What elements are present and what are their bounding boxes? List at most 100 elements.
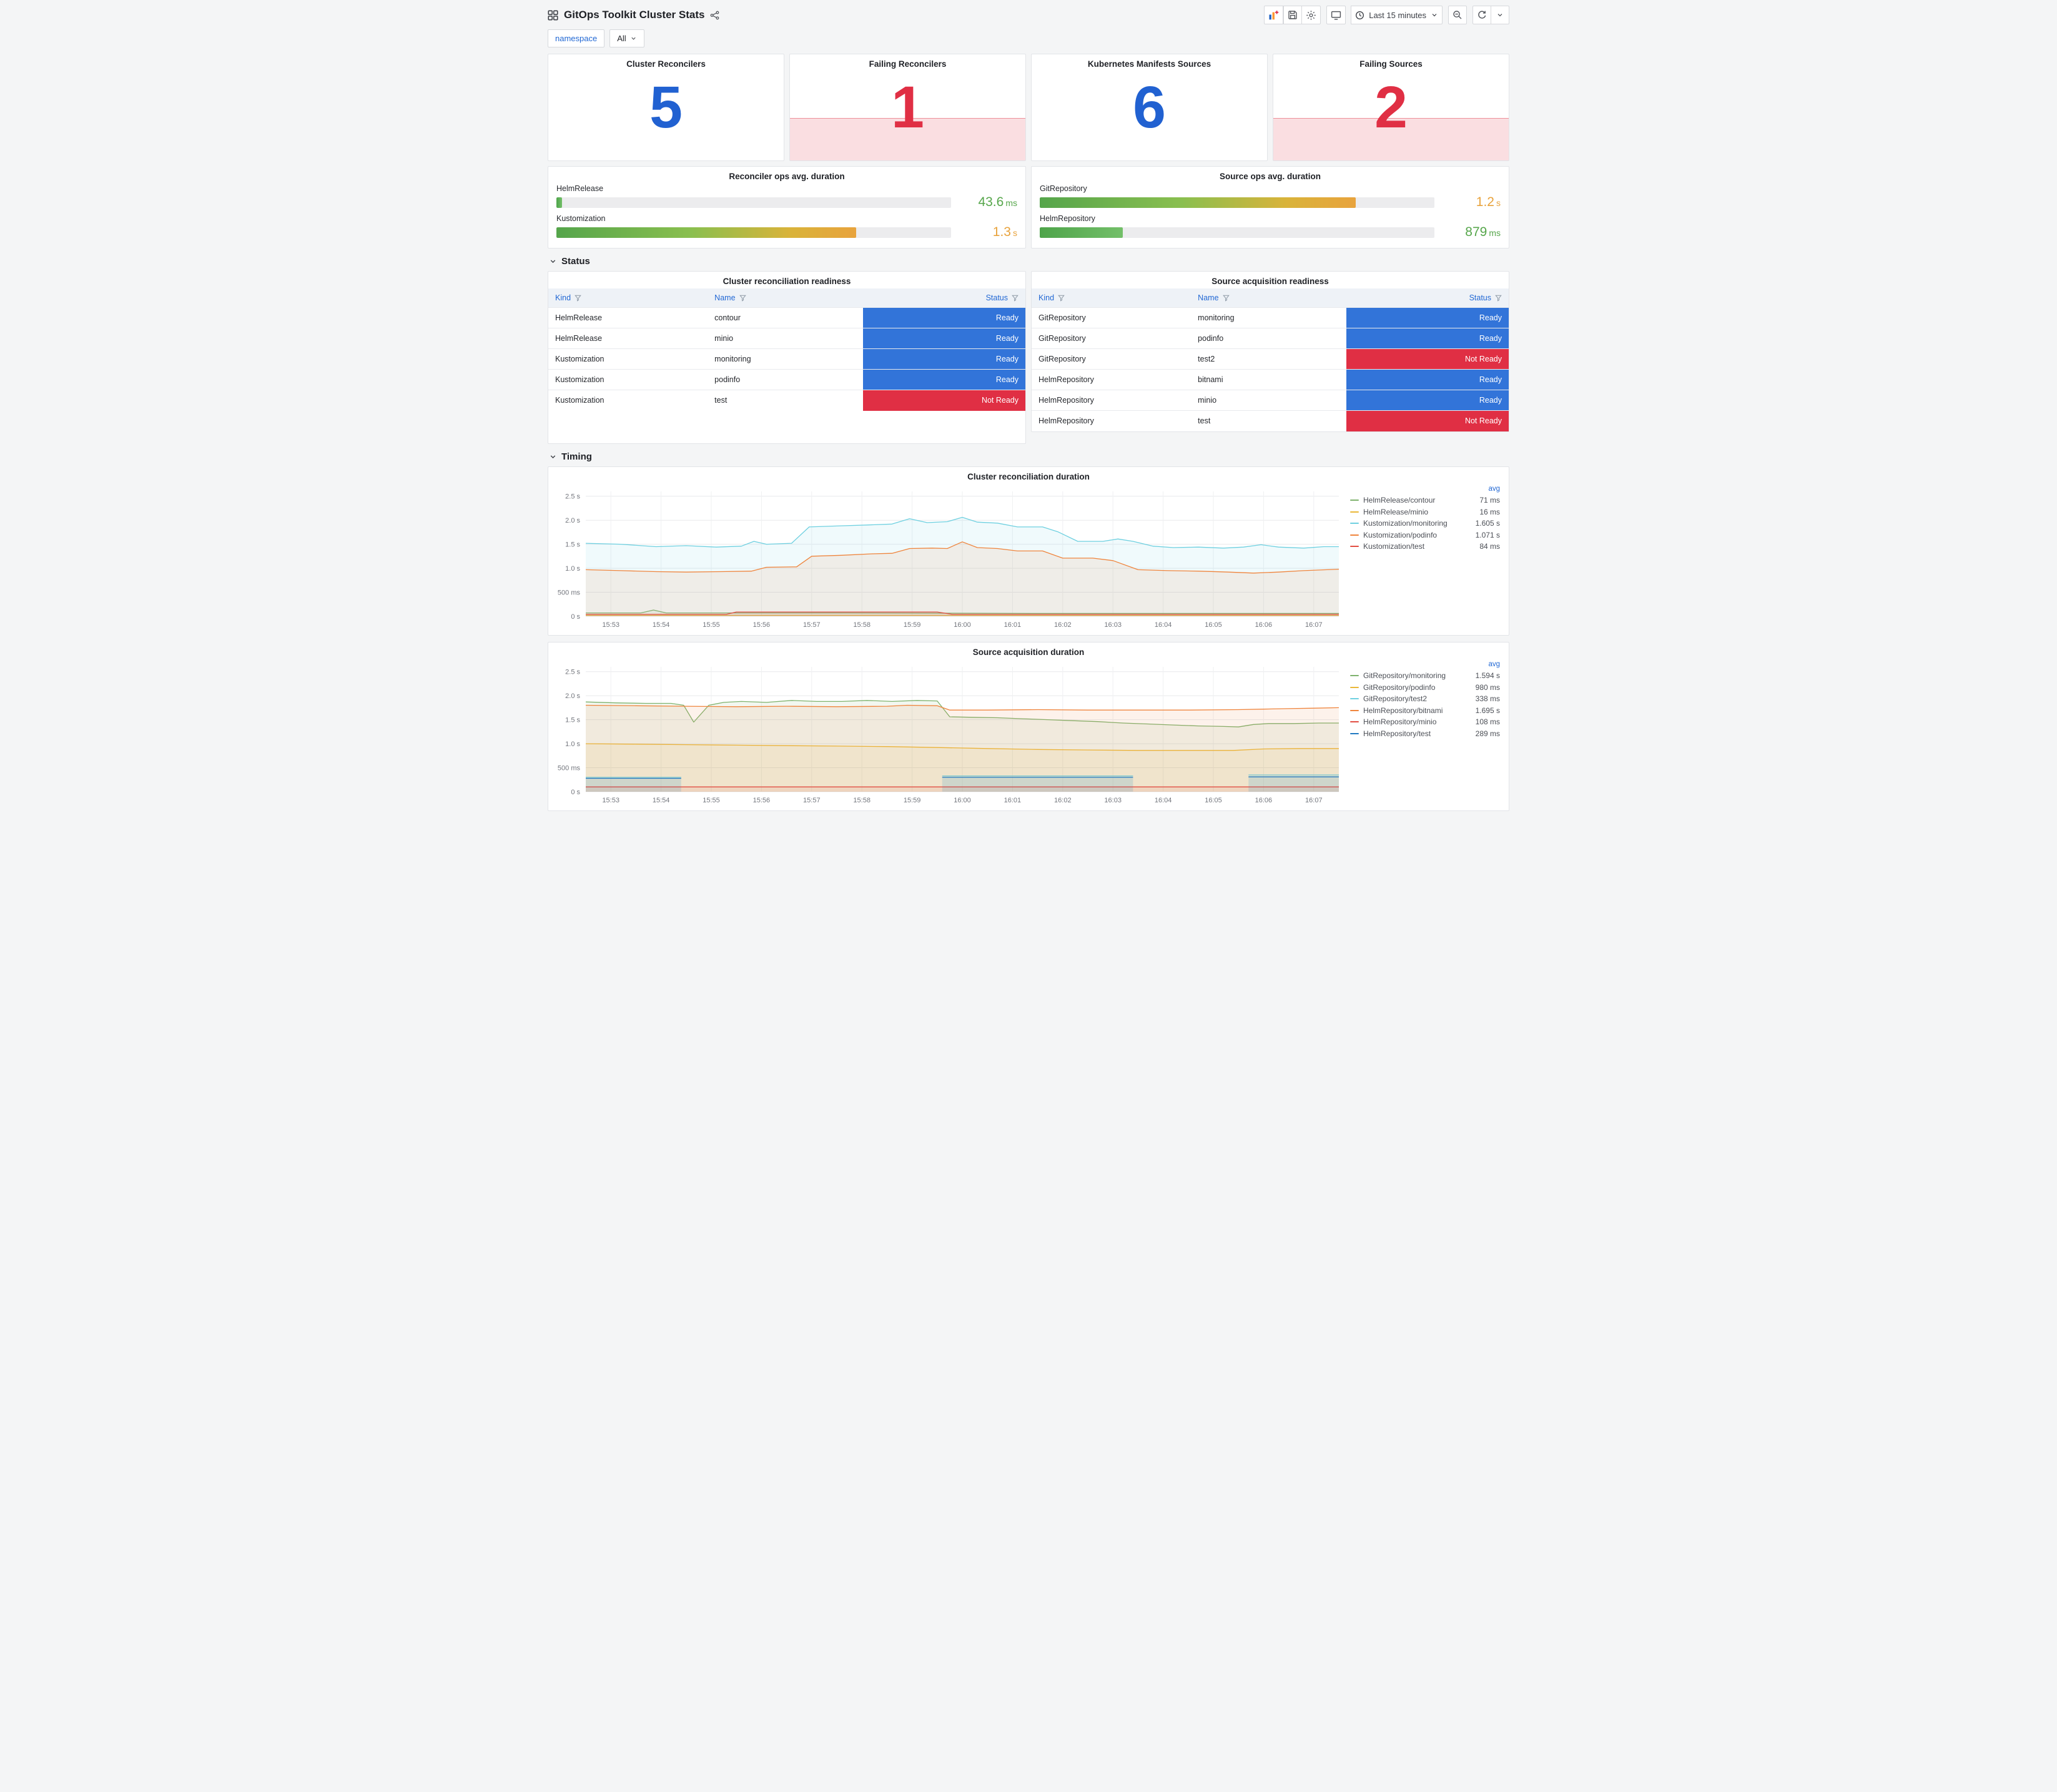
series-color-icon <box>1350 709 1359 711</box>
legend-item[interactable]: GitRepository/test2 338 ms <box>1350 693 1500 705</box>
svg-text:16:05: 16:05 <box>1205 797 1222 804</box>
legend-item[interactable]: HelmRepository/bitnami 1.695 s <box>1350 705 1500 717</box>
cell-status: Ready <box>1346 307 1509 328</box>
svg-text:16:06: 16:06 <box>1255 621 1273 629</box>
series-name: Kustomization/monitoring <box>1363 519 1448 528</box>
status-badge: Not Ready <box>1346 411 1509 431</box>
legend-item[interactable]: HelmRelease/contour 71 ms <box>1350 495 1500 506</box>
dashboard-settings-button[interactable] <box>1301 6 1321 24</box>
svg-text:15:53: 15:53 <box>602 797 619 804</box>
table-row: Kustomization test Not Ready <box>548 390 1025 411</box>
share-icon[interactable] <box>710 11 719 20</box>
status-badge: Ready <box>863 370 1025 390</box>
panel-title[interactable]: Cluster reconciliation duration <box>548 467 1509 484</box>
cell-kind: HelmRepository <box>1032 410 1191 431</box>
gauge-value: 1.3 s <box>992 225 1017 239</box>
cycle-view-mode-button[interactable] <box>1326 6 1346 24</box>
column-header-kind[interactable]: Kind <box>1032 288 1191 308</box>
series-color-icon <box>1350 732 1359 734</box>
legend-avg-header[interactable]: avg <box>1350 485 1500 493</box>
gauge-track <box>1040 197 1434 208</box>
series-avg-value: 108 ms <box>1475 717 1500 727</box>
series-name: GitRepository/test2 <box>1363 694 1428 704</box>
gauge-label: HelmRelease <box>556 184 604 193</box>
legend-item[interactable]: GitRepository/podinfo 980 ms <box>1350 682 1500 694</box>
gauge-label: HelmRepository <box>1040 214 1095 223</box>
stat-value: 2 <box>1374 74 1408 140</box>
gauge-row-kustomization: Kustomization 1.3 s <box>556 214 1017 240</box>
panel-title[interactable]: Cluster reconciliation readiness <box>548 272 1025 288</box>
series-avg-value: 1.071 s <box>1475 530 1500 539</box>
gauge-track <box>556 197 951 208</box>
timeseries-plot[interactable]: 0 s 500 ms 1.0 s 1.5 s 2.0 s 2.5 s 15:53 15:54 1… <box>550 659 1348 808</box>
panel-source-ops-avg-duration: Source ops avg. duration GitRepository 1… <box>1031 166 1509 249</box>
legend-item[interactable]: Kustomization/test 84 ms <box>1350 541 1500 553</box>
table-row: GitRepository monitoring Ready <box>1032 307 1509 328</box>
legend-item[interactable]: GitRepository/monitoring 1.594 s <box>1350 670 1500 682</box>
cell-kind: GitRepository <box>1032 328 1191 349</box>
namespace-variable-value: All <box>617 34 626 43</box>
column-header-status[interactable]: Status <box>863 288 1025 308</box>
gauge-row-helmrepository: HelmRepository 879 ms <box>1040 214 1501 240</box>
column-header-name[interactable]: Name <box>1191 288 1347 308</box>
legend-item[interactable]: Kustomization/podinfo 1.071 s <box>1350 529 1500 541</box>
cell-status: Ready <box>863 348 1025 370</box>
timeseries-plot[interactable]: 0 s 500 ms 1.0 s 1.5 s 2.0 s 2.5 s 15:53 15:54 1… <box>550 484 1348 633</box>
series-color-icon <box>1350 546 1359 548</box>
column-header-name[interactable]: Name <box>708 288 864 308</box>
svg-text:1.5 s: 1.5 s <box>565 717 580 724</box>
column-header-kind[interactable]: Kind <box>548 288 708 308</box>
svg-text:15:56: 15:56 <box>753 797 771 804</box>
row-header-status[interactable]: Status <box>541 249 1516 271</box>
series-color-icon <box>1350 698 1359 700</box>
cell-name: test2 <box>1191 348 1347 370</box>
legend-item[interactable]: HelmRepository/minio 108 ms <box>1350 716 1500 728</box>
panel-title[interactable]: Source ops avg. duration <box>1032 167 1509 184</box>
svg-text:15:57: 15:57 <box>803 797 821 804</box>
chevron-down-icon <box>550 455 556 459</box>
refresh-button[interactable] <box>1472 6 1491 24</box>
table-row: HelmRelease contour Ready <box>548 307 1025 328</box>
series-color-icon <box>1350 686 1359 688</box>
panel-source-acquisition-duration: Source acquisition duration 0 s 500 ms 1.0… <box>548 642 1509 811</box>
top-nav-actions: Last 15 minutes <box>1264 6 1509 24</box>
apps-grid-icon[interactable] <box>548 9 558 21</box>
row-header-timing[interactable]: Timing <box>541 444 1516 466</box>
panel-reconciler-ops-avg-duration: Reconciler ops avg. duration HelmRelease… <box>548 166 1026 249</box>
add-panel-button[interactable] <box>1264 6 1284 24</box>
series-avg-value: 84 ms <box>1479 542 1500 551</box>
svg-text:15:53: 15:53 <box>602 621 619 629</box>
series-name: HelmRelease/minio <box>1363 507 1429 516</box>
legend-item[interactable]: Kustomization/monitoring 1.605 s <box>1350 518 1500 529</box>
cell-name: test <box>1191 410 1347 431</box>
gauge-label: GitRepository <box>1040 184 1087 193</box>
dashboard-page: GitOps Toolkit Cluster Stats Last 15 min… <box>541 0 1516 826</box>
cell-name: test <box>708 390 864 411</box>
namespace-variable-label[interactable]: namespace <box>548 29 605 47</box>
filter-icon <box>1058 295 1065 302</box>
svg-text:15:55: 15:55 <box>703 621 720 629</box>
zoom-out-button[interactable] <box>1448 6 1467 24</box>
legend-item[interactable]: HelmRelease/minio 16 ms <box>1350 506 1500 518</box>
legend-avg-header[interactable]: avg <box>1350 661 1500 668</box>
cell-status: Ready <box>1346 328 1509 349</box>
series-name: HelmRepository/test <box>1363 729 1431 738</box>
save-dashboard-button[interactable] <box>1283 6 1303 24</box>
svg-text:16:07: 16:07 <box>1305 621 1323 629</box>
table-row: HelmRelease minio Ready <box>548 328 1025 349</box>
panel-title[interactable]: Source acquisition duration <box>548 642 1509 659</box>
time-picker[interactable]: Last 15 minutes <box>1351 6 1443 24</box>
namespace-variable-dropdown[interactable]: All <box>609 29 644 47</box>
panel-title[interactable]: Source acquisition readiness <box>1032 272 1509 288</box>
series-avg-value: 1.605 s <box>1475 519 1500 528</box>
time-range-label: Last 15 minutes <box>1369 10 1426 20</box>
cell-kind: Kustomization <box>548 369 708 390</box>
column-header-status[interactable]: Status <box>1346 288 1509 308</box>
legend-item[interactable]: HelmRepository/test 289 ms <box>1350 728 1500 740</box>
svg-text:15:55: 15:55 <box>703 797 720 804</box>
svg-text:2.0 s: 2.0 s <box>565 517 580 524</box>
cell-name: minio <box>1191 390 1347 411</box>
cell-kind: GitRepository <box>1032 307 1191 328</box>
panel-title[interactable]: Reconciler ops avg. duration <box>548 167 1025 184</box>
refresh-interval-caret[interactable] <box>1491 6 1509 24</box>
